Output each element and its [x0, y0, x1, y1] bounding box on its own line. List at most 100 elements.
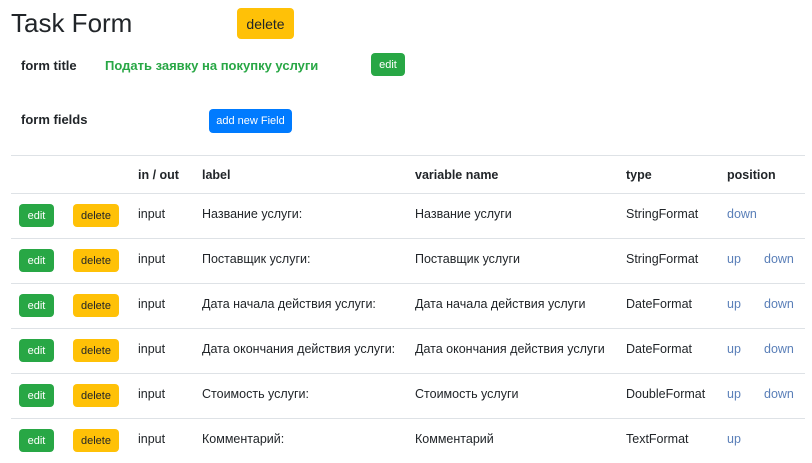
delete-cell: delete	[73, 284, 138, 329]
move-down-link[interactable]: down	[764, 342, 794, 356]
table-row: edit delete input Название услуги: Назва…	[11, 194, 805, 239]
position-cell: up	[727, 419, 805, 463]
variable-cell: Комментарий	[415, 419, 626, 463]
page-title: Task Form	[11, 6, 132, 40]
field-variable-name: Дата окончания действия услуги	[415, 329, 626, 356]
header-position: position	[727, 156, 805, 194]
position-cell: up down	[727, 284, 805, 329]
edit-cell: edit	[11, 284, 73, 329]
field-label: Поставщик услуги:	[202, 239, 415, 266]
header-label: label	[202, 156, 415, 194]
move-up-link[interactable]: up	[727, 252, 741, 266]
field-variable-name: Поставщик услуги	[415, 239, 626, 266]
field-variable-name: Дата начала действия услуги	[415, 284, 626, 311]
field-variable-name: Комментарий	[415, 419, 626, 446]
move-up-link[interactable]: up	[727, 387, 741, 401]
field-type: DateFormat	[626, 284, 727, 311]
form-title-value: Подать заявку на покупку услуги	[105, 58, 318, 73]
field-type: StringFormat	[626, 239, 727, 266]
delete-cell: delete	[73, 419, 138, 463]
table-row: edit delete input Поставщик услуги: Пост…	[11, 239, 805, 284]
field-io: input	[138, 374, 202, 401]
edit-field-button[interactable]: edit	[19, 249, 54, 272]
type-cell: TextFormat	[626, 419, 727, 463]
delete-cell: delete	[73, 239, 138, 284]
edit-cell: edit	[11, 194, 73, 239]
field-variable-name: Стоимость услуги	[415, 374, 626, 401]
type-cell: DateFormat	[626, 284, 727, 329]
edit-form-title-button[interactable]: edit	[371, 53, 405, 76]
variable-cell: Стоимость услуги	[415, 374, 626, 419]
variable-cell: Название услуги	[415, 194, 626, 239]
edit-cell: edit	[11, 419, 73, 463]
edit-field-button[interactable]: edit	[19, 294, 54, 317]
header-type: type	[626, 156, 727, 194]
move-up-link[interactable]: up	[727, 432, 741, 446]
move-up-link[interactable]: up	[727, 342, 741, 356]
edit-cell: edit	[11, 374, 73, 419]
in-out-cell: input	[138, 374, 202, 419]
label-cell: Стоимость услуги:	[202, 374, 415, 419]
header-edit	[11, 156, 73, 194]
field-io: input	[138, 419, 202, 446]
field-io: input	[138, 239, 202, 266]
field-type: DateFormat	[626, 329, 727, 356]
type-cell: DateFormat	[626, 329, 727, 374]
field-type: TextFormat	[626, 419, 727, 446]
delete-cell: delete	[73, 374, 138, 419]
move-down-link[interactable]: down	[727, 207, 757, 221]
field-label: Дата начала действия услуги:	[202, 284, 415, 311]
variable-cell: Поставщик услуги	[415, 239, 626, 284]
field-label: Дата окончания действия услуги:	[202, 329, 415, 356]
edit-field-button[interactable]: edit	[19, 429, 54, 452]
in-out-cell: input	[138, 329, 202, 374]
form-fields-label: form fields	[21, 112, 87, 127]
delete-cell: delete	[73, 329, 138, 374]
delete-field-button[interactable]: delete	[73, 294, 119, 317]
header-in-out: in / out	[138, 156, 202, 194]
position-cell: up down	[727, 239, 805, 284]
table-row: edit delete input Дата окончания действи…	[11, 329, 805, 374]
edit-cell: edit	[11, 239, 73, 284]
in-out-cell: input	[138, 239, 202, 284]
delete-field-button[interactable]: delete	[73, 429, 119, 452]
delete-field-button[interactable]: delete	[73, 249, 119, 272]
label-cell: Поставщик услуги:	[202, 239, 415, 284]
delete-form-button[interactable]: delete	[237, 8, 294, 39]
label-cell: Название услуги:	[202, 194, 415, 239]
edit-field-button[interactable]: edit	[19, 384, 54, 407]
header-delete	[73, 156, 138, 194]
in-out-cell: input	[138, 419, 202, 463]
position-cell: up down	[727, 329, 805, 374]
delete-field-button[interactable]: delete	[73, 204, 119, 227]
field-io: input	[138, 329, 202, 356]
move-down-link[interactable]: down	[764, 252, 794, 266]
in-out-cell: input	[138, 194, 202, 239]
header-variable-name: variable name	[415, 156, 626, 194]
add-new-field-button[interactable]: add new Field	[209, 109, 292, 133]
field-variable-name: Название услуги	[415, 194, 626, 221]
variable-cell: Дата начала действия услуги	[415, 284, 626, 329]
move-down-link[interactable]: down	[764, 387, 794, 401]
delete-field-button[interactable]: delete	[73, 339, 119, 362]
variable-cell: Дата окончания действия услуги	[415, 329, 626, 374]
form-title-label: form title	[21, 58, 77, 73]
move-up-link[interactable]: up	[727, 297, 741, 311]
edit-field-button[interactable]: edit	[19, 204, 54, 227]
type-cell: StringFormat	[626, 194, 727, 239]
table-header-row: in / out label variable name type positi…	[11, 156, 805, 194]
field-type: DoubleFormat	[626, 374, 727, 401]
position-cell: up down	[727, 374, 805, 419]
field-label: Стоимость услуги:	[202, 374, 415, 401]
position-cell: down	[727, 194, 805, 239]
label-cell: Дата окончания действия услуги:	[202, 329, 415, 374]
table-row: edit delete input Комментарий: Комментар…	[11, 419, 805, 463]
type-cell: DoubleFormat	[626, 374, 727, 419]
field-io: input	[138, 194, 202, 221]
field-type: StringFormat	[626, 194, 727, 221]
edit-field-button[interactable]: edit	[19, 339, 54, 362]
move-down-link[interactable]: down	[764, 297, 794, 311]
table-row: edit delete input Дата начала действия у…	[11, 284, 805, 329]
in-out-cell: input	[138, 284, 202, 329]
delete-field-button[interactable]: delete	[73, 384, 119, 407]
